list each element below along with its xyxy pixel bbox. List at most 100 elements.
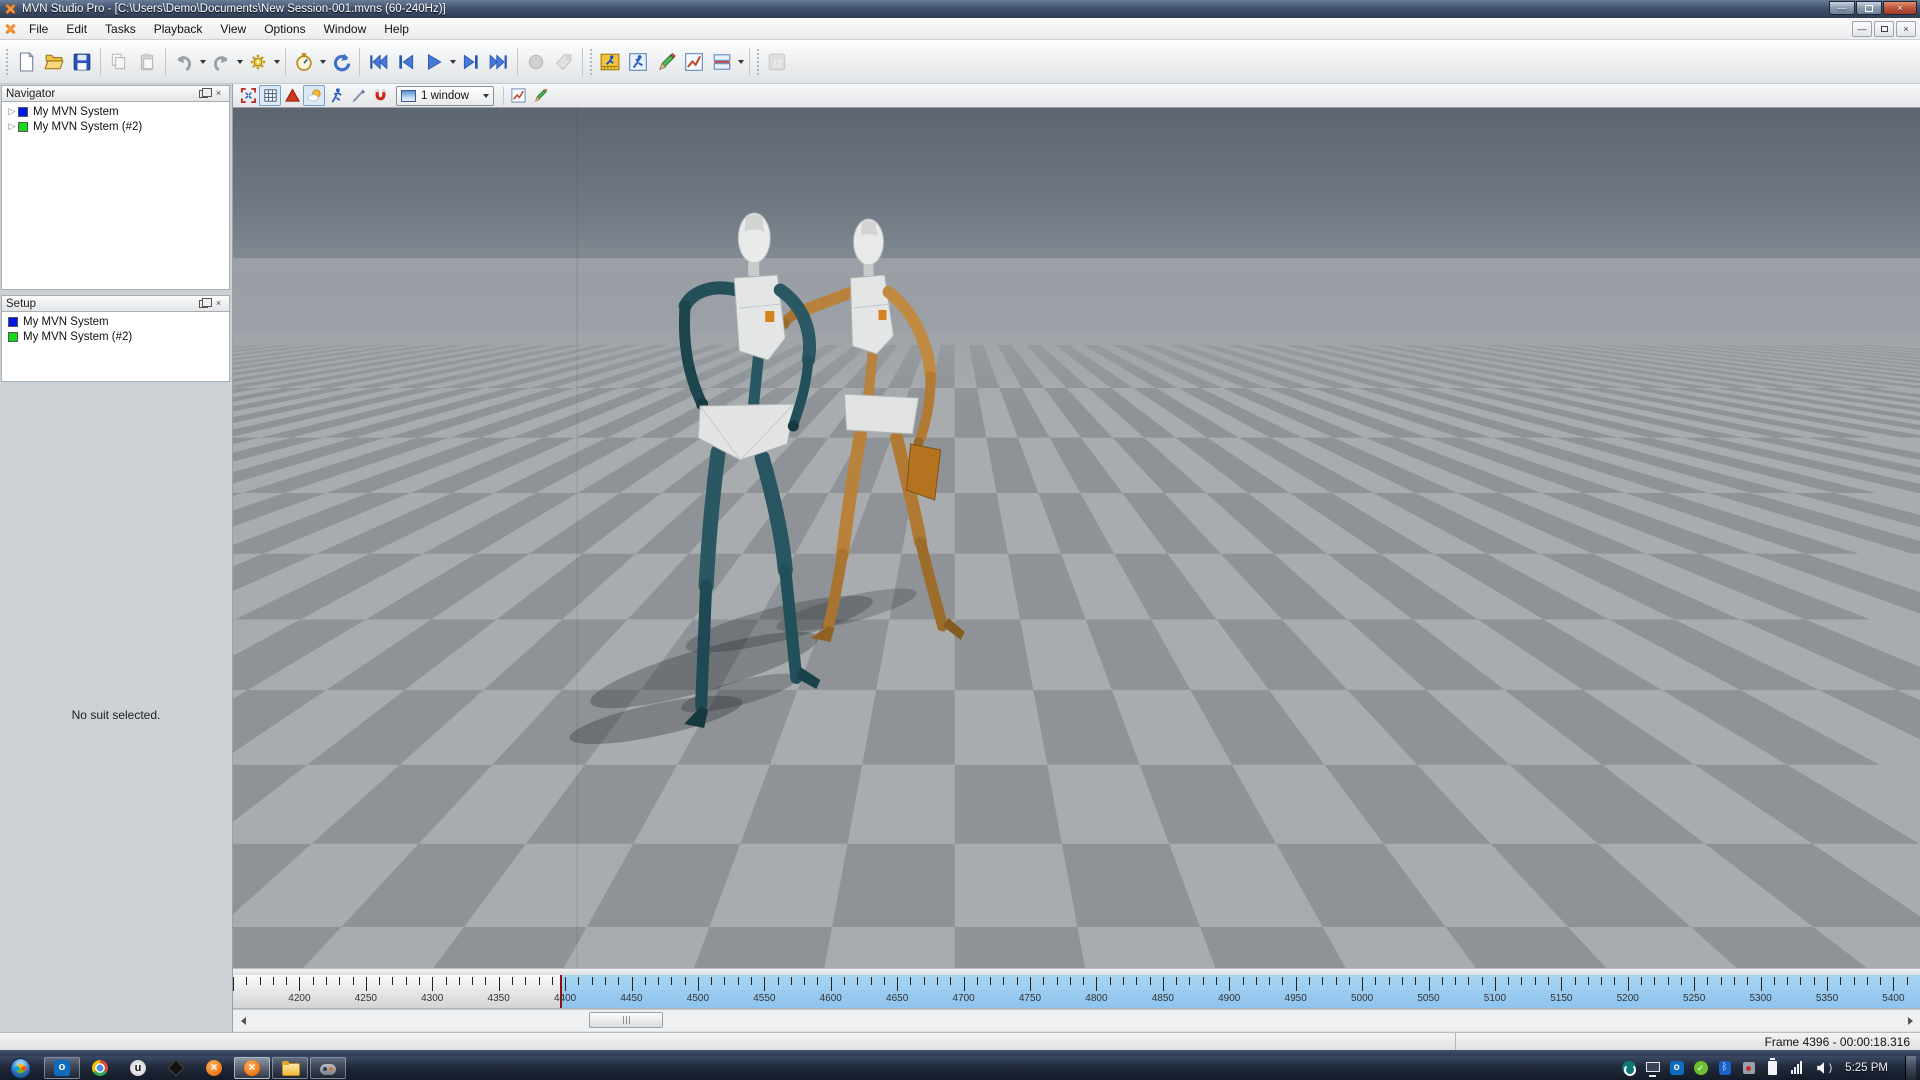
taskbar-xsens-mvn[interactable]: × bbox=[234, 1057, 270, 1079]
edit-pencil-button[interactable] bbox=[652, 48, 680, 76]
redo-dropdown[interactable] bbox=[235, 48, 244, 76]
timeline-ruler[interactable]: 4200425043004350440044504500455046004650… bbox=[233, 975, 1920, 1009]
settings-dropdown[interactable] bbox=[272, 48, 281, 76]
monitor-icon[interactable] bbox=[1645, 1061, 1660, 1076]
menu-help[interactable]: Help bbox=[375, 19, 418, 39]
layout-split-button[interactable] bbox=[708, 48, 736, 76]
zoom-extents-button[interactable] bbox=[237, 85, 259, 106]
sleep-button[interactable]: zZ bbox=[763, 48, 791, 76]
scrollbar-thumb[interactable] bbox=[589, 1012, 663, 1028]
expand-arrow-icon[interactable]: ▷ bbox=[6, 121, 18, 132]
outlook-tray-icon[interactable]: o bbox=[1669, 1061, 1684, 1076]
timer-dropdown[interactable] bbox=[318, 48, 327, 76]
setup-item-mvn-system[interactable]: My MVN System bbox=[2, 314, 229, 329]
start-button[interactable] bbox=[5, 1057, 35, 1079]
viewport-3d[interactable] bbox=[233, 108, 1920, 968]
tree-item-mvn-system[interactable]: ▷ My MVN System bbox=[2, 104, 229, 119]
play-button[interactable] bbox=[420, 48, 448, 76]
navigator-panel-header[interactable]: Navigator × bbox=[1, 85, 230, 102]
dongle-icon[interactable] bbox=[1741, 1061, 1756, 1076]
copy-button[interactable] bbox=[105, 48, 133, 76]
close-panel-icon[interactable]: × bbox=[212, 298, 225, 310]
minimize-button[interactable]: — bbox=[1829, 1, 1855, 15]
speaker-icon[interactable]: ) bbox=[1813, 1061, 1828, 1076]
skip-end-button[interactable] bbox=[485, 48, 513, 76]
settings-button[interactable] bbox=[244, 48, 272, 76]
skip-start-button[interactable] bbox=[364, 48, 392, 76]
graph-button[interactable] bbox=[680, 48, 708, 76]
navigator-tree: ▷ My MVN System ▷ My MVN System (#2) bbox=[1, 102, 230, 290]
paste-button[interactable] bbox=[133, 48, 161, 76]
menu-playback[interactable]: Playback bbox=[145, 19, 212, 39]
sun-toggle-button[interactable] bbox=[303, 85, 325, 106]
step-forward-button[interactable] bbox=[457, 48, 485, 76]
probe-tool-button[interactable] bbox=[347, 85, 369, 106]
timer-button[interactable] bbox=[290, 48, 318, 76]
menu-bar: File Edit Tasks Playback View Options Wi… bbox=[0, 18, 1920, 40]
taskbar-xsens[interactable]: × bbox=[196, 1057, 232, 1079]
mdi-restore-button[interactable] bbox=[1874, 21, 1894, 37]
bluetooth-icon[interactable]: ᛒ bbox=[1717, 1061, 1732, 1076]
battery-icon[interactable] bbox=[1765, 1061, 1780, 1076]
character-button[interactable] bbox=[325, 85, 347, 106]
setup-item-mvn-system-2[interactable]: My MVN System (#2) bbox=[2, 329, 229, 344]
scroll-left-arrow[interactable] bbox=[236, 1013, 250, 1028]
taskbar-unreal[interactable]: u bbox=[120, 1057, 156, 1079]
new-file-button[interactable] bbox=[12, 48, 40, 76]
save-button[interactable] bbox=[68, 48, 96, 76]
record-button[interactable] bbox=[522, 48, 550, 76]
close-panel-icon[interactable]: × bbox=[212, 88, 225, 100]
show-desktop-button[interactable] bbox=[1905, 1056, 1916, 1080]
maximize-button[interactable] bbox=[1856, 1, 1882, 15]
setup-panel-header[interactable]: Setup × bbox=[1, 295, 230, 312]
scroll-right-arrow[interactable] bbox=[1903, 1013, 1917, 1028]
magnet-button[interactable] bbox=[369, 85, 391, 106]
edit-view-button[interactable] bbox=[530, 85, 552, 106]
menu-options[interactable]: Options bbox=[255, 19, 314, 39]
timeline-scrollbar[interactable] bbox=[233, 1009, 1920, 1031]
pyramid-button[interactable] bbox=[281, 85, 303, 106]
mdi-close-button[interactable]: × bbox=[1896, 21, 1916, 37]
undo-dropdown[interactable] bbox=[198, 48, 207, 76]
taskbar-outlook[interactable]: o bbox=[44, 1057, 80, 1079]
title-bar[interactable]: MVN Studio Pro - [C:\Users\Demo\Document… bbox=[0, 0, 1920, 18]
sync-icon[interactable] bbox=[1621, 1061, 1636, 1076]
float-panel-icon[interactable] bbox=[199, 90, 208, 98]
character-tan[interactable] bbox=[779, 219, 964, 642]
taskbar-game-tool[interactable] bbox=[310, 1057, 346, 1079]
graph-view-button[interactable] bbox=[508, 85, 530, 106]
float-panel-icon[interactable] bbox=[199, 300, 208, 308]
preview-button[interactable] bbox=[624, 48, 652, 76]
menu-edit[interactable]: Edit bbox=[57, 19, 96, 39]
grid-toggle-button[interactable] bbox=[259, 85, 281, 106]
toolbar-handle[interactable] bbox=[5, 48, 10, 76]
redo-button[interactable] bbox=[207, 48, 235, 76]
close-button[interactable]: × bbox=[1883, 1, 1917, 15]
timeline-tick bbox=[1362, 977, 1363, 991]
window-mode-select[interactable]: 1 window bbox=[396, 86, 494, 106]
taskbar-clock[interactable]: 5:25 PM bbox=[1837, 1062, 1896, 1074]
taskbar-unity[interactable] bbox=[158, 1057, 194, 1079]
undo-button[interactable] bbox=[170, 48, 198, 76]
signal-bars-icon[interactable] bbox=[1789, 1061, 1804, 1076]
mdi-minimize-button[interactable]: — bbox=[1852, 21, 1872, 37]
menu-file[interactable]: File bbox=[20, 19, 57, 39]
toolbar-handle[interactable] bbox=[589, 48, 594, 76]
checkmark-icon[interactable]: ✓ bbox=[1693, 1061, 1708, 1076]
menu-tasks[interactable]: Tasks bbox=[96, 19, 145, 39]
menu-window[interactable]: Window bbox=[315, 19, 376, 39]
play-dropdown[interactable] bbox=[448, 48, 457, 76]
tree-item-mvn-system-2[interactable]: ▷ My MVN System (#2) bbox=[2, 119, 229, 134]
expand-arrow-icon[interactable]: ▷ bbox=[6, 106, 18, 117]
toolbar-handle[interactable] bbox=[756, 48, 761, 76]
taskbar-chrome[interactable] bbox=[82, 1057, 118, 1079]
calibration-button[interactable] bbox=[596, 48, 624, 76]
menu-view[interactable]: View bbox=[211, 19, 255, 39]
timeline-tick bbox=[1907, 977, 1908, 985]
marker-tag-button[interactable] bbox=[550, 48, 578, 76]
layout-dropdown[interactable] bbox=[736, 48, 745, 76]
step-back-button[interactable] bbox=[392, 48, 420, 76]
open-file-button[interactable] bbox=[40, 48, 68, 76]
taskbar-explorer[interactable] bbox=[272, 1057, 308, 1079]
loop-reset-button[interactable] bbox=[327, 48, 355, 76]
